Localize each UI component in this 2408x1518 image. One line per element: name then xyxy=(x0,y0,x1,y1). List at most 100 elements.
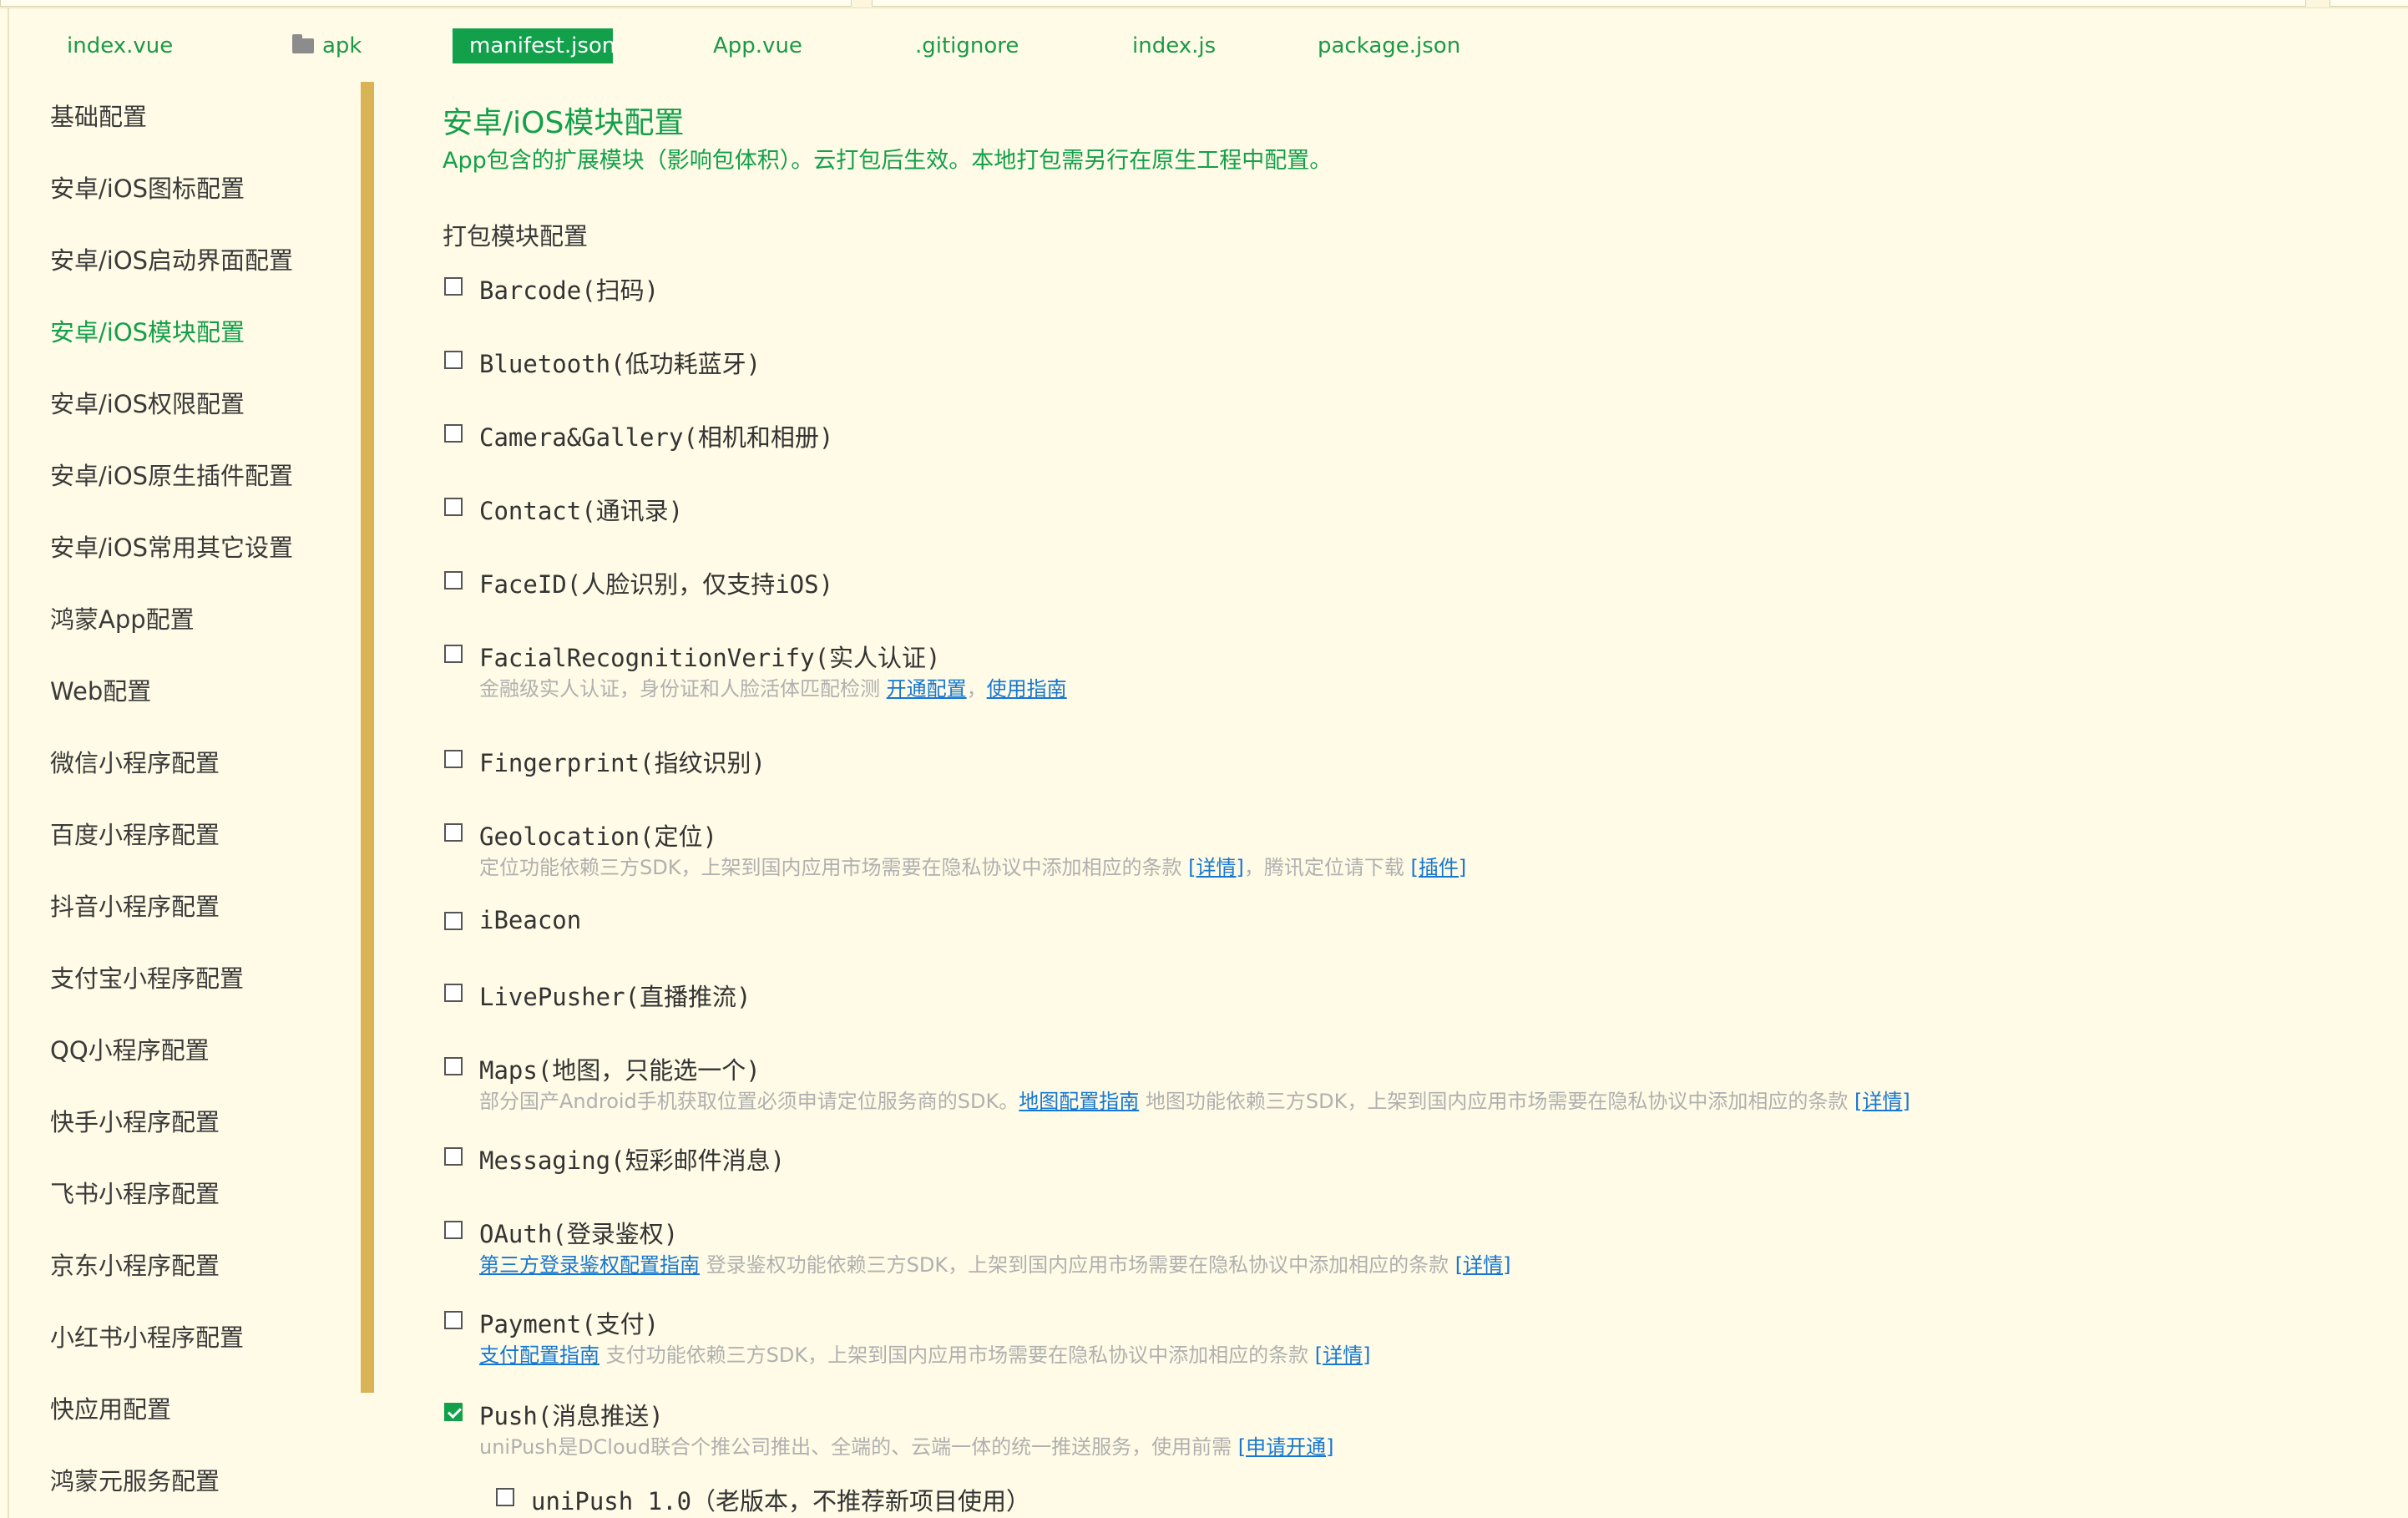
sidebar-item-xiaohongshu[interactable]: 小红书小程序配置 xyxy=(50,1319,244,1356)
module-help-link[interactable]: 使用指南 xyxy=(987,677,1067,701)
module-description: 第三方登录鉴权配置指南 登录鉴权功能依赖三方SDK，上架到国内应用市场需要在隐私… xyxy=(479,1248,1510,1278)
sidebar-item-harmony-atomic[interactable]: 鸿蒙元服务配置 xyxy=(50,1463,220,1500)
submodule-label[interactable]: uniPush 1.0（老版本，不推荐新项目使用） xyxy=(531,1482,1030,1517)
sidebar-item-web[interactable]: Web配置 xyxy=(50,673,151,710)
module-help-link[interactable]: [插件] xyxy=(1410,856,1466,879)
tab-gitignore[interactable]: .gitignore xyxy=(898,28,1035,63)
tab-label: App.vue xyxy=(713,33,802,58)
module-checkbox[interactable] xyxy=(444,984,463,1002)
module-checkbox[interactable] xyxy=(444,823,463,842)
module-description-text: 部分国产Android手机获取位置必须申请定位服务商的SDK。 xyxy=(479,1090,1019,1113)
module-label[interactable]: Bluetooth(低功耗蓝牙) xyxy=(479,345,761,380)
module-description-text: 金融级实人认证，身份证和人脸活体匹配检测 xyxy=(479,677,887,701)
sidebar-item-kuaishou[interactable]: 快手小程序配置 xyxy=(50,1104,220,1141)
top-panel-edge xyxy=(0,0,852,7)
tab-apk-folder[interactable]: apk xyxy=(276,28,379,63)
top-panel-edge xyxy=(2330,0,2408,7)
module-help-link[interactable]: [详情] xyxy=(1854,1090,1910,1113)
tab-package-json[interactable]: package.json xyxy=(1301,28,1477,63)
module-description: 支付配置指南 支付功能依赖三方SDK，上架到国内应用市场需要在隐私协议中添加相应… xyxy=(479,1338,1370,1368)
module-label[interactable]: Maps(地图，只能选一个) xyxy=(479,1051,761,1086)
module-description: 定位功能依赖三方SDK，上架到国内应用市场需要在隐私协议中添加相应的条款 [详情… xyxy=(479,851,1466,880)
tab-label: manifest.json xyxy=(469,33,616,58)
tab-index-js[interactable]: index.js xyxy=(1115,28,1232,63)
module-description-text: uniPush是DCloud联合个推公司推出、全端的、云端一体的统一推送服务，使… xyxy=(479,1435,1238,1459)
module-label[interactable]: Messaging(短彩邮件消息) xyxy=(479,1141,785,1176)
module-label[interactable]: Fingerprint(指纹识别) xyxy=(479,744,766,779)
module-help-link[interactable]: [详情] xyxy=(1455,1253,1511,1277)
sidebar-item-modules[interactable]: 安卓/iOS模块配置 xyxy=(50,314,245,351)
module-label[interactable]: Payment(支付) xyxy=(479,1305,659,1340)
sidebar-item-jd[interactable]: 京东小程序配置 xyxy=(50,1247,220,1284)
module-description: uniPush是DCloud联合个推公司推出、全端的、云端一体的统一推送服务，使… xyxy=(479,1430,1333,1460)
sidebar-item-native-plugins[interactable]: 安卓/iOS原生插件配置 xyxy=(50,458,293,494)
tab-label: index.vue xyxy=(67,33,174,58)
module-checkbox[interactable] xyxy=(444,1311,463,1329)
module-checkbox[interactable] xyxy=(444,1147,463,1166)
sidebar-item-splash[interactable]: 安卓/iOS启动界面配置 xyxy=(50,242,293,279)
top-edge-strip xyxy=(0,0,2408,8)
module-description: 金融级实人认证，身份证和人脸活体匹配检测 开通配置，使用指南 xyxy=(479,672,1067,701)
group-title: 打包模块配置 xyxy=(443,222,589,250)
module-help-link[interactable]: 地图配置指南 xyxy=(1019,1090,1139,1113)
sidebar-item-feishu[interactable]: 飞书小程序配置 xyxy=(50,1176,220,1212)
module-help-link[interactable]: [详情] xyxy=(1315,1343,1371,1367)
tab-label: package.json xyxy=(1318,33,1461,58)
module-help-link[interactable]: 开通配置 xyxy=(887,677,967,701)
sidebar-item-alipay[interactable]: 支付宝小程序配置 xyxy=(50,960,244,997)
sidebar-item-baidu[interactable]: 百度小程序配置 xyxy=(50,817,220,853)
module-checkbox[interactable] xyxy=(444,571,463,589)
sidebar-item-permissions[interactable]: 安卓/iOS权限配置 xyxy=(50,386,245,423)
sidebar-item-qq[interactable]: QQ小程序配置 xyxy=(50,1032,210,1069)
module-checkbox[interactable] xyxy=(444,424,463,443)
module-help-link[interactable]: [详情] xyxy=(1188,856,1244,879)
module-checkbox[interactable] xyxy=(444,351,463,369)
page-description: App包含的扩展模块（影响包体积）。云打包后生效。本地打包需另行在原生工程中配置… xyxy=(443,148,1333,174)
sidebar-item-douyin[interactable]: 抖音小程序配置 xyxy=(50,888,220,925)
sidebar-item-basic[interactable]: 基础配置 xyxy=(50,99,147,135)
module-description-text: ， xyxy=(966,677,987,701)
sidebar-item-other-settings[interactable]: 安卓/iOS常用其它设置 xyxy=(50,529,293,566)
sidebar-item-harmony-app[interactable]: 鸿蒙App配置 xyxy=(50,601,195,638)
module-checkbox[interactable] xyxy=(444,645,463,663)
module-label[interactable]: Barcode(扫码) xyxy=(479,271,659,306)
module-checkbox[interactable] xyxy=(444,1057,463,1075)
sidebar-scrollbar[interactable] xyxy=(361,82,374,1393)
module-label[interactable]: FacialRecognitionVerify(实人认证) xyxy=(479,639,941,674)
module-checkbox[interactable] xyxy=(444,750,463,768)
submodule-checkbox[interactable] xyxy=(496,1488,514,1506)
module-label[interactable]: Push(消息推送) xyxy=(479,1397,664,1432)
module-checkbox[interactable] xyxy=(444,277,463,296)
tab-manifest-json[interactable]: manifest.json xyxy=(453,28,616,63)
module-description-text: 登录鉴权功能依赖三方SDK，上架到国内应用市场需要在隐私协议中添加相应的条款 xyxy=(700,1253,1455,1277)
module-help-link[interactable]: 第三方登录鉴权配置指南 xyxy=(479,1253,700,1277)
module-help-link[interactable]: [申请开通] xyxy=(1238,1435,1334,1459)
tab-label: apk xyxy=(322,33,362,58)
module-label[interactable]: LivePusher(直播推流) xyxy=(479,978,751,1013)
module-checkbox[interactable] xyxy=(444,1221,463,1239)
page-title: 安卓/iOS模块配置 xyxy=(443,106,685,140)
module-checkbox[interactable] xyxy=(444,498,463,516)
sidebar-item-quickapp[interactable]: 快应用配置 xyxy=(50,1391,171,1428)
module-description-text: 定位功能依赖三方SDK，上架到国内应用市场需要在隐私协议中添加相应的条款 xyxy=(479,856,1189,879)
tab-index-vue[interactable]: index.vue xyxy=(50,28,190,63)
tab-label: index.js xyxy=(1132,33,1217,58)
module-label[interactable]: Camera&Gallery(相机和相册) xyxy=(479,418,833,453)
module-label[interactable]: Geolocation(定位) xyxy=(479,817,717,853)
module-checkbox[interactable] xyxy=(444,1403,463,1421)
left-border xyxy=(8,8,9,1518)
module-help-link[interactable]: 支付配置指南 xyxy=(479,1343,599,1367)
module-label[interactable]: iBeacon xyxy=(479,906,581,934)
sidebar-item-weixin[interactable]: 微信小程序配置 xyxy=(50,745,220,782)
module-checkbox[interactable] xyxy=(444,912,463,930)
module-description-text: 地图功能依赖三方SDK，上架到国内应用市场需要在隐私协议中添加相应的条款 xyxy=(1139,1090,1854,1113)
module-label[interactable]: OAuth(登录鉴权) xyxy=(479,1215,678,1250)
module-label[interactable]: Contact(通讯录) xyxy=(479,492,683,527)
sidebar-item-icon[interactable]: 安卓/iOS图标配置 xyxy=(50,170,245,207)
tab-label: .gitignore xyxy=(915,33,1019,58)
top-panel-edge xyxy=(872,0,2306,7)
settings-sidebar: 基础配置 安卓/iOS图标配置 安卓/iOS启动界面配置 安卓/iOS模块配置 … xyxy=(10,82,365,1518)
tab-app-vue[interactable]: App.vue xyxy=(696,28,819,63)
module-label[interactable]: FaceID(人脸识别，仅支持iOS) xyxy=(479,565,833,600)
folder-icon xyxy=(292,34,314,53)
